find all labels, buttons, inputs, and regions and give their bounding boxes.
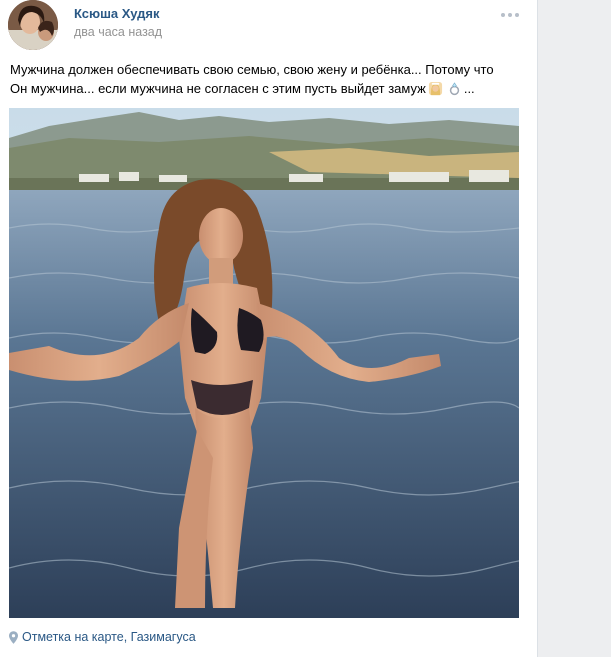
post-timestamp[interactable]: два часа назад bbox=[74, 25, 162, 39]
location-label: Отметка на карте, Газимагуса bbox=[22, 630, 196, 644]
post-text-line-2: Он мужчина... если мужчина не согласен с… bbox=[10, 81, 426, 96]
dot bbox=[508, 13, 512, 17]
ring-emoji bbox=[449, 82, 460, 96]
post-text: Мужчина должен обеспечивать свою семью, … bbox=[10, 60, 525, 98]
post-card: Ксюша Худяк два часа назад Мужчина долже… bbox=[0, 0, 538, 657]
post-photo[interactable] bbox=[9, 108, 519, 618]
avatar-photo bbox=[8, 0, 58, 50]
map-pin-icon bbox=[9, 630, 18, 644]
post-text-ellipsis: ... bbox=[463, 81, 475, 96]
more-options-icon[interactable] bbox=[498, 8, 522, 22]
dot bbox=[515, 13, 519, 17]
beach-photo bbox=[9, 108, 519, 618]
location-link[interactable]: Отметка на карте, Газимагуса bbox=[9, 630, 196, 644]
author-name[interactable]: Ксюша Худяк bbox=[74, 6, 160, 21]
post-text-line-2-wrap: Он мужчина... если мужчина не согласен с… bbox=[10, 79, 525, 98]
woman-with-veil-emoji bbox=[428, 81, 442, 96]
avatar[interactable] bbox=[8, 0, 58, 50]
post-text-line-1: Мужчина должен обеспечивать свою семью, … bbox=[10, 62, 494, 77]
dot bbox=[501, 13, 505, 17]
